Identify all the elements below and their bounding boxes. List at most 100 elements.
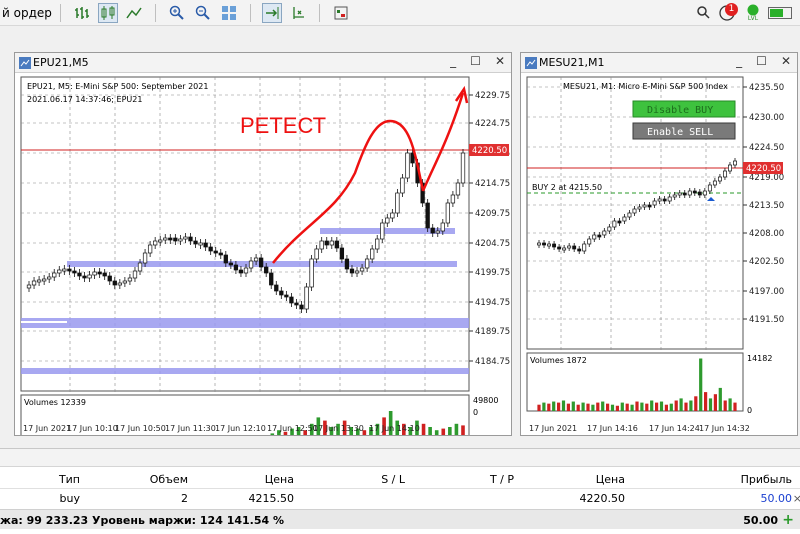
price-tick-label: 4199.75	[475, 268, 510, 278]
chart-shift-icon[interactable]	[288, 3, 308, 23]
col-volume[interactable]: Объем	[150, 473, 188, 486]
time-tick-label: 17 Jun 13:30	[313, 424, 364, 433]
candle-body	[107, 275, 112, 282]
close-icon[interactable]: ✕	[495, 54, 505, 68]
trade-current-price: 4220.50	[579, 492, 626, 505]
candle-body	[425, 202, 430, 229]
candle-body	[218, 252, 223, 256]
retest-annotation-text: РЕТЕСТ	[240, 113, 326, 138]
search-icon[interactable]	[696, 5, 710, 22]
line-chart-icon[interactable]	[124, 3, 144, 23]
volume-bar	[635, 401, 639, 411]
bar-chart-icon[interactable]	[72, 3, 92, 23]
volume-bar	[557, 402, 561, 411]
candle-body	[435, 230, 440, 234]
minimize-icon[interactable]: _	[736, 54, 742, 68]
candle-body	[440, 222, 445, 232]
table-row[interactable]: buy 2 4215.50 4220.50 50.00 ×	[0, 490, 800, 508]
candle-body	[733, 160, 737, 166]
candle-body	[400, 177, 405, 194]
time-tick-label: 17 Jun 2021	[529, 424, 577, 433]
volume-bar	[606, 403, 610, 411]
volume-bar	[454, 423, 459, 435]
candle-body	[147, 244, 153, 254]
candle-body	[324, 240, 329, 246]
volume-bar	[689, 400, 693, 411]
volume-bar	[723, 400, 727, 411]
price-chart-mesu21[interactable]: 4235.50 4230.00 4224.50 4219.00 4213.50 4208.…	[521, 73, 797, 435]
time-tick-label: 17 Jun 14:24	[649, 424, 700, 433]
total-profit: 50.00	[743, 514, 778, 527]
candle-body	[208, 246, 213, 252]
time-tick-label: 17 Jun 12:50	[267, 424, 318, 433]
candle-body	[627, 212, 632, 218]
maximize-icon[interactable]: ☐	[756, 54, 767, 68]
support-level-band	[21, 318, 469, 328]
volume-min-label: 0	[473, 408, 478, 417]
time-tick-label: 17 Jun 2021	[23, 424, 71, 433]
tile-windows-icon[interactable]	[219, 3, 239, 23]
candle-body	[662, 198, 667, 202]
candle-body	[617, 220, 622, 224]
volume-bar	[586, 403, 590, 411]
candle-body	[304, 286, 309, 310]
volume-max-label: 14182	[747, 354, 772, 363]
col-stop-loss[interactable]: S / L	[381, 473, 405, 486]
candle-body	[238, 269, 244, 274]
candle-body	[602, 230, 607, 236]
candlestick-chart-icon[interactable]	[97, 2, 118, 23]
candle-body	[258, 257, 264, 268]
candle-body	[284, 294, 289, 298]
volume-bar	[547, 403, 551, 411]
close-icon[interactable]: ✕	[781, 54, 791, 68]
candle-body	[87, 274, 92, 279]
window-title-bar[interactable]: EPU21,M5 _ ☐ ✕	[15, 53, 511, 73]
candle-body	[264, 266, 269, 274]
zoom-out-icon[interactable]	[193, 3, 213, 23]
candle-body	[349, 268, 355, 274]
volume-bar	[610, 404, 615, 411]
candle-body	[637, 206, 642, 210]
volume-bar	[733, 402, 737, 411]
price-chart-epu21[interactable]: 4229.754224.754219.754214.754209.754204.…	[15, 73, 511, 435]
current-price-label: 4220.50	[472, 146, 507, 156]
volume-bar	[537, 404, 541, 411]
candle-body	[314, 248, 319, 260]
zoom-in-icon[interactable]	[167, 3, 187, 23]
candle-body	[82, 275, 87, 279]
candle-body	[279, 290, 284, 296]
window-title-bar[interactable]: MESU21,M1 _ ☐ ✕	[521, 53, 797, 73]
candle-body	[385, 217, 390, 224]
candle-body	[572, 245, 577, 250]
minimize-icon[interactable]: _	[450, 54, 456, 68]
volume-bar	[630, 404, 634, 411]
chart-window-mesu21: MESU21,M1 _ ☐ ✕ 4235.50 4230.00 4224.50 421…	[520, 52, 798, 436]
add-plus-icon[interactable]: +	[782, 512, 794, 528]
candle-body	[542, 242, 546, 246]
candle-body	[41, 278, 47, 282]
auto-scroll-icon[interactable]	[261, 2, 282, 23]
col-open-price[interactable]: Цена	[265, 473, 294, 486]
candle-body	[188, 236, 193, 242]
candle-body	[370, 248, 375, 260]
lvl-icon[interactable]: LVL	[746, 4, 760, 22]
volume-bar	[571, 401, 575, 411]
chart-timestamp-text: 2021.06.17 14:37:46; EPU21	[27, 95, 142, 104]
col-current-price[interactable]: Цена	[596, 473, 625, 486]
templates-icon[interactable]	[331, 3, 351, 23]
volume-bar	[552, 401, 556, 411]
candle-body	[647, 204, 652, 208]
notifications-icon[interactable]: 1	[718, 3, 738, 23]
price-tick-label: 4197.00	[749, 287, 784, 297]
candle-body	[642, 204, 647, 208]
candle-body	[57, 269, 62, 274]
maximize-icon[interactable]: ☐	[470, 54, 481, 68]
col-profit[interactable]: Прибыль	[741, 473, 792, 486]
volume-bar	[601, 401, 605, 411]
new-order-label[interactable]: й ордер	[2, 6, 52, 20]
candle-body	[117, 282, 122, 286]
col-take-profit[interactable]: T / P	[490, 473, 514, 486]
price-tick-label: 4213.50	[749, 201, 784, 211]
close-position-icon[interactable]: ×	[793, 492, 800, 505]
col-type[interactable]: Тип	[59, 473, 80, 486]
